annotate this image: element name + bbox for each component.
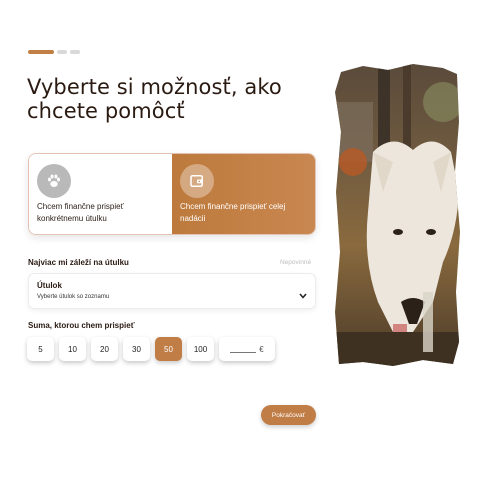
amount-button[interactable]: 5 xyxy=(27,337,54,361)
amount-button[interactable]: 30 xyxy=(123,337,150,361)
option-whole-foundation[interactable]: Chcem finančne prispieť celej nadácii xyxy=(172,154,315,234)
select-placeholder: Vyberte útulok so zoznamu xyxy=(37,294,110,300)
progress-step xyxy=(57,50,67,54)
paw-icon xyxy=(37,164,71,198)
amount-button-selected[interactable]: 50 xyxy=(155,337,182,361)
wallet-icon xyxy=(180,164,214,198)
custom-amount-blank xyxy=(230,345,257,353)
shelter-section-label: Najviac mi záleží na útulku xyxy=(28,258,129,267)
chevron-down-icon xyxy=(299,293,307,301)
option-label: Chcem finančne prispieť celej nadácii xyxy=(180,202,286,223)
continue-button[interactable]: Pokračovať xyxy=(261,405,316,425)
option-label: Chcem finančne prispieť konkrétnemu útul… xyxy=(37,202,124,223)
shelter-select[interactable]: Útulok Vyberte útulok so zoznamu xyxy=(28,273,316,309)
page-title: Vyberte si možnosť, ako chcete pomôcť xyxy=(27,75,282,123)
progress-step-active xyxy=(28,50,54,54)
option-specific-shelter[interactable]: Chcem finančne prispieť konkrétnemu útul… xyxy=(29,154,172,234)
custom-amount-input[interactable]: € xyxy=(219,337,275,361)
optional-hint: Nepovinné xyxy=(280,259,312,266)
amount-button[interactable]: 100 xyxy=(187,337,214,361)
progress-step xyxy=(70,50,80,54)
amount-button[interactable]: 20 xyxy=(91,337,118,361)
select-title: Útulok xyxy=(37,281,62,290)
donation-type-options: Chcem finančne prispieť konkrétnemu útul… xyxy=(28,153,316,235)
step-progress xyxy=(28,50,80,54)
amount-button[interactable]: 10 xyxy=(59,337,86,361)
dog-photo xyxy=(333,62,461,368)
currency-symbol: € xyxy=(259,344,264,354)
amount-section-label: Suma, ktorou chem prispieť xyxy=(28,321,135,330)
amount-options: 5 10 20 30 50 100 € xyxy=(27,337,275,361)
